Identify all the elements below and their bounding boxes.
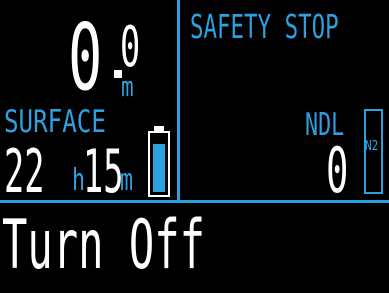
depth-decimal: 0 (120, 15, 141, 80)
surface-hours: 22 (4, 137, 45, 207)
depth-unit: m (121, 70, 134, 103)
surface-minutes: 15 (83, 137, 124, 207)
battery-body (148, 131, 170, 197)
surface-label: SURFACE (4, 104, 106, 140)
dive-computer-screen: 0 0 m SURFACE 22 h 15 m SAFETY STOP NDL … (0, 0, 389, 293)
surface-minutes-unit: m (120, 163, 134, 198)
ndl-value: 0 (326, 134, 349, 207)
vertical-divider (177, 0, 180, 202)
battery-icon (148, 126, 170, 197)
safety-stop-label: SAFETY STOP (190, 7, 339, 46)
battery-level-fill (153, 144, 165, 192)
depth-integer: 0 (68, 4, 103, 111)
n2-gauge-label: N2 (365, 139, 379, 154)
turn-off-menu-item[interactable]: Turn Off (2, 212, 205, 280)
